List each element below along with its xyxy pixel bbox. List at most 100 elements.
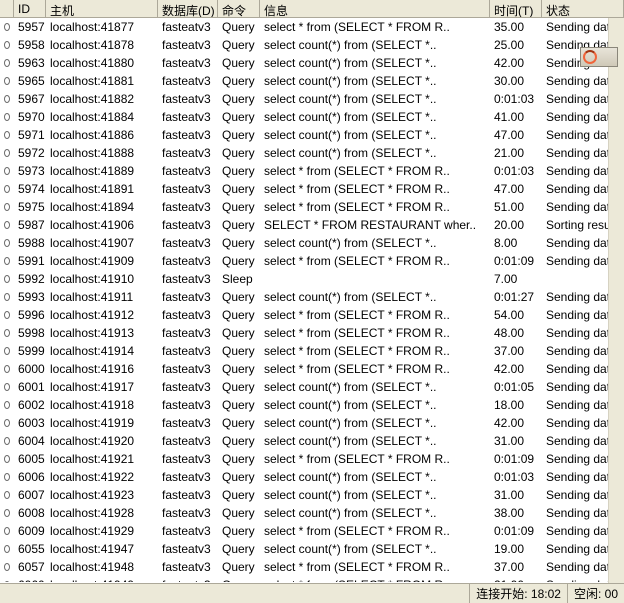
conn-start-value: 18:02 — [531, 587, 561, 601]
cell-id: 5974 — [14, 182, 46, 196]
col-state[interactable]: 状态 — [542, 0, 624, 17]
cell-time: 37.00 — [490, 560, 542, 574]
col-db[interactable]: 数据库(D) — [158, 0, 218, 17]
table-row[interactable]: 6006localhost:41922fasteatv3Queryselect … — [0, 468, 624, 486]
cell-time: 21.00 — [490, 578, 542, 582]
activity-indicator-button[interactable] — [580, 47, 618, 67]
table-row[interactable]: 5996localhost:41912fasteatv3Queryselect … — [0, 306, 624, 324]
table-row[interactable]: 6001localhost:41917fasteatv3Queryselect … — [0, 378, 624, 396]
table-row[interactable]: 5998localhost:41913fasteatv3Queryselect … — [0, 324, 624, 342]
cell-db: fasteatv3 — [158, 200, 218, 214]
cell-id: 5967 — [14, 92, 46, 106]
cell-info: select * from (SELECT * FROM R.. — [260, 326, 490, 340]
cell-info: select count(*) from (SELECT *.. — [260, 398, 490, 412]
cell-cmd: Query — [218, 362, 260, 376]
idle-label: 空闲: — [574, 585, 601, 602]
column-header-row: ID 主机 数据库(D) 命令 信息 时间(T) 状态 — [0, 0, 624, 18]
table-row[interactable]: 6057localhost:41948fasteatv3Queryselect … — [0, 558, 624, 576]
cell-id: 5991 — [14, 254, 46, 268]
cell-cmd: Query — [218, 542, 260, 556]
row-status-icon — [0, 419, 14, 427]
table-row[interactable]: 5971localhost:41886fasteatv3Queryselect … — [0, 126, 624, 144]
cell-host: localhost:41880 — [46, 56, 158, 70]
cell-host: localhost:41929 — [46, 524, 158, 538]
cell-id: 5963 — [14, 56, 46, 70]
cell-cmd: Query — [218, 254, 260, 268]
cell-db: fasteatv3 — [158, 434, 218, 448]
table-row[interactable]: 5992localhost:41910fasteatv3Sleep7.00 — [0, 270, 624, 288]
row-status-icon — [0, 455, 14, 463]
cell-id: 5971 — [14, 128, 46, 142]
col-host[interactable]: 主机 — [46, 0, 158, 17]
col-cmd[interactable]: 命令 — [218, 0, 260, 17]
row-status-icon — [0, 77, 14, 85]
cell-cmd: Query — [218, 578, 260, 582]
cell-cmd: Query — [218, 560, 260, 574]
cell-db: fasteatv3 — [158, 56, 218, 70]
cell-cmd: Query — [218, 344, 260, 358]
row-status-icon — [0, 473, 14, 481]
table-row[interactable]: 6004localhost:41920fasteatv3Queryselect … — [0, 432, 624, 450]
process-rows: 5957localhost:41877fasteatv3Queryselect … — [0, 18, 624, 582]
cell-host: localhost:41922 — [46, 470, 158, 484]
table-row[interactable]: 5974localhost:41891fasteatv3Queryselect … — [0, 180, 624, 198]
cell-id: 5987 — [14, 218, 46, 232]
table-row[interactable]: 5993localhost:41911fasteatv3Queryselect … — [0, 288, 624, 306]
cell-info: select count(*) from (SELECT *.. — [260, 380, 490, 394]
table-row[interactable]: 5970localhost:41884fasteatv3Queryselect … — [0, 108, 624, 126]
cell-info: select * from (SELECT * FROM R.. — [260, 182, 490, 196]
table-row[interactable]: 5957localhost:41877fasteatv3Queryselect … — [0, 18, 624, 36]
row-status-icon — [0, 383, 14, 391]
cell-info: select * from (SELECT * FROM R.. — [260, 308, 490, 322]
vertical-scrollbar[interactable] — [608, 18, 624, 583]
cell-time: 0:01:05 — [490, 380, 542, 394]
row-status-icon — [0, 41, 14, 49]
cell-cmd: Query — [218, 218, 260, 232]
table-row[interactable]: 5988localhost:41907fasteatv3Queryselect … — [0, 234, 624, 252]
table-row[interactable]: 6009localhost:41929fasteatv3Queryselect … — [0, 522, 624, 540]
table-row[interactable]: 5973localhost:41889fasteatv3Queryselect … — [0, 162, 624, 180]
cell-id: 5970 — [14, 110, 46, 124]
col-id[interactable]: ID — [14, 0, 46, 17]
col-time[interactable]: 时间(T) — [490, 0, 542, 17]
table-row[interactable]: 5967localhost:41882fasteatv3Queryselect … — [0, 90, 624, 108]
cell-db: fasteatv3 — [158, 344, 218, 358]
cell-id: 6006 — [14, 470, 46, 484]
table-row[interactable]: 5987localhost:41906fasteatv3QuerySELECT … — [0, 216, 624, 234]
table-row[interactable]: 6055localhost:41947fasteatv3Queryselect … — [0, 540, 624, 558]
cell-host: localhost:41894 — [46, 200, 158, 214]
cell-id: 5958 — [14, 38, 46, 52]
cell-db: fasteatv3 — [158, 128, 218, 142]
row-status-icon — [0, 275, 14, 283]
table-row[interactable]: 6007localhost:41923fasteatv3Queryselect … — [0, 486, 624, 504]
table-row[interactable]: 5991localhost:41909fasteatv3Queryselect … — [0, 252, 624, 270]
table-row[interactable]: 6002localhost:41918fasteatv3Queryselect … — [0, 396, 624, 414]
table-row[interactable]: 5975localhost:41894fasteatv3Queryselect … — [0, 198, 624, 216]
col-handle[interactable] — [0, 0, 14, 17]
table-row[interactable]: 5958localhost:41878fasteatv3Queryselect … — [0, 36, 624, 54]
table-row[interactable]: 5965localhost:41881fasteatv3Queryselect … — [0, 72, 624, 90]
table-row[interactable]: 5963localhost:41880fasteatv3Queryselect … — [0, 54, 624, 72]
table-row[interactable]: 5999localhost:41914fasteatv3Queryselect … — [0, 342, 624, 360]
table-row[interactable]: 6008localhost:41928fasteatv3Queryselect … — [0, 504, 624, 522]
cell-cmd: Query — [218, 110, 260, 124]
cell-id: 6009 — [14, 524, 46, 538]
cell-info: select count(*) from (SELECT *.. — [260, 110, 490, 124]
cell-cmd: Query — [218, 128, 260, 142]
col-info[interactable]: 信息 — [260, 0, 490, 17]
cell-id: 6001 — [14, 380, 46, 394]
cell-info: select * from (SELECT * FROM R.. — [260, 578, 490, 582]
table-row[interactable]: 5972localhost:41888fasteatv3Queryselect … — [0, 144, 624, 162]
table-row[interactable]: 6003localhost:41919fasteatv3Queryselect … — [0, 414, 624, 432]
table-row[interactable]: 6000localhost:41916fasteatv3Queryselect … — [0, 360, 624, 378]
cell-db: fasteatv3 — [158, 146, 218, 160]
table-row[interactable]: 6005localhost:41921fasteatv3Queryselect … — [0, 450, 624, 468]
cell-host: localhost:41928 — [46, 506, 158, 520]
cell-id: 5999 — [14, 344, 46, 358]
cell-time: 31.00 — [490, 434, 542, 448]
cell-db: fasteatv3 — [158, 182, 218, 196]
table-row[interactable]: 6060localhost:41949fasteatv3Queryselect … — [0, 576, 624, 582]
cell-time: 7.00 — [490, 272, 542, 286]
cell-cmd: Sleep — [218, 272, 260, 286]
cell-db: fasteatv3 — [158, 236, 218, 250]
